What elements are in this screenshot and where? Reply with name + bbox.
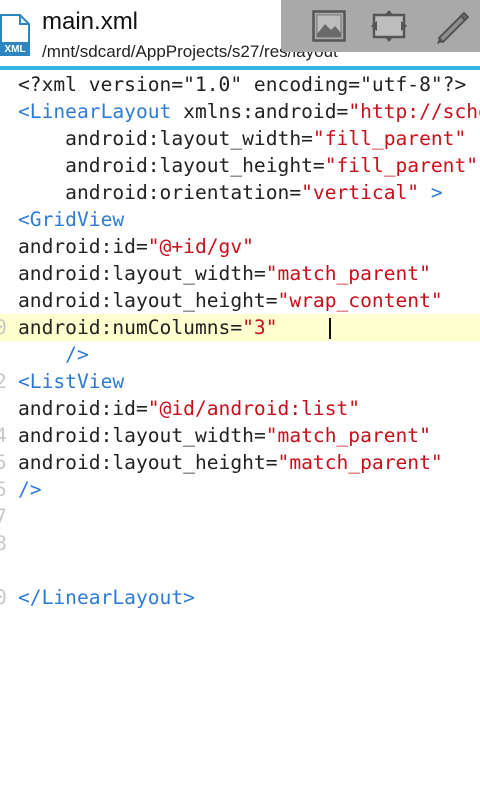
code-line[interactable]: android:layout_height="fill_parent" — [0, 152, 480, 179]
code-line[interactable]: 2 <ListView — [0, 368, 480, 395]
code-token: /> — [18, 478, 42, 501]
code-token: "wrap_content" — [277, 289, 443, 312]
code-token: = — [265, 451, 278, 474]
code-token: = — [135, 397, 148, 420]
code-token: "@id/android:list" — [147, 397, 361, 420]
code-text: android:layout_height="fill_parent" — [18, 152, 478, 179]
code-text: android:id="@id/android:list" — [18, 395, 360, 422]
code-line[interactable]: <?xml version="1.0" encoding="utf-8"?> — [0, 71, 480, 98]
code-token: "fill_parent" — [312, 127, 467, 150]
line-number: 2 — [0, 370, 7, 393]
line-number: 0 — [0, 586, 7, 609]
code-token: = — [336, 100, 349, 123]
code-line[interactable]: <LinearLayout xmlns:android="http://sche… — [0, 98, 480, 125]
code-line[interactable] — [0, 557, 480, 584]
code-token: android:layout_height — [18, 154, 313, 177]
code-token: "vertical" — [301, 181, 420, 204]
code-token: "@+id/gv" — [147, 235, 254, 258]
code-token: </LinearLayout> — [18, 586, 195, 609]
xml-icon-label: XML — [4, 44, 25, 55]
code-text: /> — [18, 341, 89, 368]
code-line[interactable]: 0 </LinearLayout> — [0, 584, 480, 611]
code-token: android:layout_width — [18, 127, 302, 150]
code-token: > — [419, 181, 443, 204]
code-line[interactable]: android:id="@+id/gv" — [0, 233, 480, 260]
code-line[interactable]: android:orientation="vertical" > — [0, 179, 480, 206]
code-token: "match_parent" — [265, 424, 431, 447]
code-token: xmlns:android — [171, 100, 337, 123]
code-token: android:orientation — [18, 181, 290, 204]
code-line[interactable]: /> — [0, 341, 480, 368]
text-cursor — [329, 318, 331, 339]
code-editor[interactable]: <?xml version="1.0" encoding="utf-8"?> <L… — [0, 70, 480, 800]
code-line[interactable]: android:id="@id/android:list" — [0, 395, 480, 422]
fullscreen-icon[interactable] — [367, 6, 411, 46]
code-token: <ListView — [18, 370, 125, 393]
code-token: "http://schemas.android.com/apk/res/andr… — [348, 100, 480, 123]
code-line[interactable]: android:layout_width="fill_parent" — [0, 125, 480, 152]
toolbar — [281, 0, 480, 52]
code-token: = — [253, 424, 266, 447]
line-number: 7 — [0, 505, 7, 528]
code-token: android:layout_width — [18, 262, 254, 285]
code-token: android:id — [18, 397, 136, 420]
xml-file-icon: XML — [0, 14, 30, 56]
code-token: = — [312, 154, 325, 177]
code-text: <?xml version="1.0" encoding="utf-8"?> — [18, 71, 466, 98]
editor-header: XML main.xml /mnt/sdcard/AppProjects/s27… — [0, 0, 480, 66]
code-token: = — [301, 127, 313, 150]
code-token: = — [135, 235, 148, 258]
code-text: android:layout_width="match_parent" — [18, 260, 431, 287]
code-text: android:id="@+id/gv" — [18, 233, 254, 260]
code-line[interactable]: 4 android:layout_width="match_parent" — [0, 422, 480, 449]
code-token: = — [289, 181, 302, 204]
code-token: <?xml version="1.0" encoding="utf-8"?> — [18, 73, 467, 96]
code-token: <GridView — [18, 208, 125, 231]
line-number: 5 — [0, 451, 7, 474]
code-line[interactable]: 7 — [0, 503, 480, 530]
code-text: android:numColumns="3" — [18, 314, 301, 341]
code-text: <LinearLayout xmlns:android="http://sche… — [18, 98, 480, 125]
image-icon[interactable] — [307, 6, 351, 46]
code-token: "match_parent" — [265, 262, 431, 285]
code-token: = — [230, 316, 243, 339]
code-text: android:orientation="vertical" > — [18, 179, 443, 206]
code-token: = — [253, 262, 266, 285]
code-token: "3" — [242, 316, 278, 339]
code-token: "match_parent" — [277, 451, 443, 474]
code-line[interactable]: 5 /> — [0, 476, 480, 503]
code-line[interactable]: <GridView — [0, 206, 480, 233]
line-number: 5 — [0, 478, 7, 501]
file-title: main.xml — [42, 8, 139, 35]
code-token: android:layout_height — [18, 451, 266, 474]
code-token: android:numColumns — [18, 316, 231, 339]
line-number: 4 — [0, 424, 7, 447]
code-line-current[interactable]: 0 android:numColumns="3" — [0, 314, 480, 341]
code-line[interactable]: 5 android:layout_height="match_parent" — [0, 449, 480, 476]
code-text: android:layout_width="match_parent" — [18, 422, 431, 449]
code-token: = — [265, 289, 278, 312]
code-token: <LinearLayout — [18, 100, 172, 123]
code-token: android:layout_height — [18, 289, 266, 312]
line-number: 8 — [0, 532, 7, 555]
code-token: android:id — [18, 235, 136, 258]
pencil-icon[interactable] — [429, 6, 473, 46]
code-text: <ListView — [18, 368, 124, 395]
code-text: android:layout_width="fill_parent" — [18, 125, 466, 152]
code-text: android:layout_height="match_parent" — [18, 449, 443, 476]
code-text: /> — [18, 476, 42, 503]
code-token: /> — [18, 343, 89, 366]
code-text: android:layout_height="wrap_content" — [18, 287, 443, 314]
code-text: <GridView — [18, 206, 124, 233]
code-token: android:layout_width — [18, 424, 254, 447]
line-number: 0 — [0, 316, 7, 339]
code-line[interactable]: 8 — [0, 530, 480, 557]
code-line[interactable]: android:layout_height="wrap_content" — [0, 287, 480, 314]
code-token: "fill_parent" — [324, 154, 479, 177]
code-line[interactable]: android:layout_width="match_parent" — [0, 260, 480, 287]
code-text: </LinearLayout> — [18, 584, 195, 611]
